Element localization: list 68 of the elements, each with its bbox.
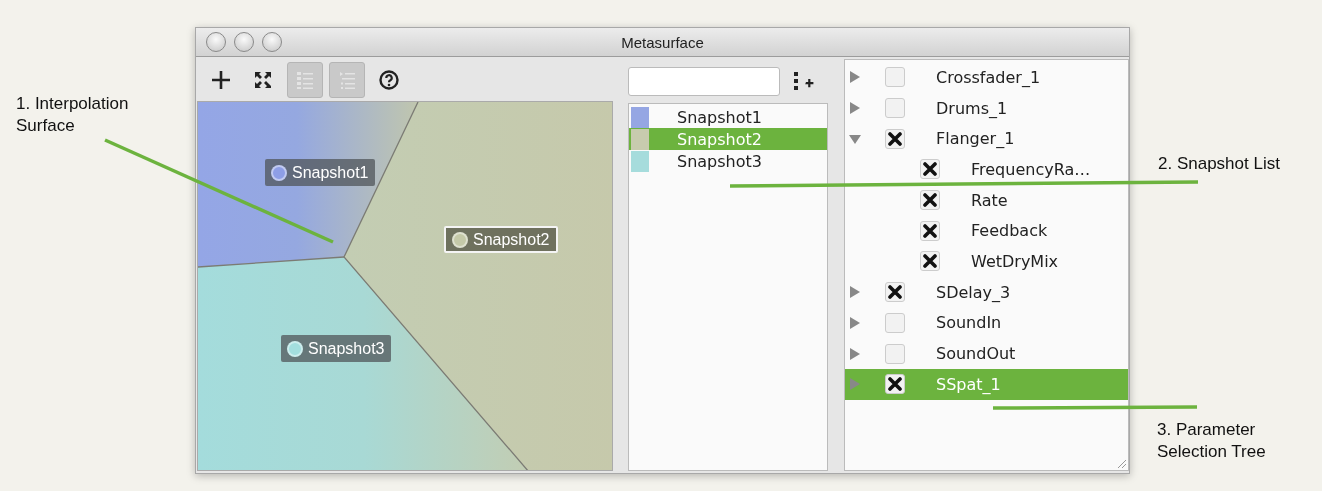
tree-item[interactable]: Rate	[845, 184, 1128, 216]
tree-item-label: Feedback	[971, 221, 1048, 241]
annotation-label: 1. Interpolation Surface	[16, 93, 130, 137]
cross-mark-icon	[888, 285, 902, 300]
tree-item[interactable]: SDelay_3	[845, 276, 1128, 308]
annotation-label: 3. Parameter Selection Tree	[1157, 419, 1267, 463]
tree-item[interactable]: Crossfader_1	[845, 62, 1128, 93]
expand-triangle-icon[interactable]	[849, 102, 861, 115]
snapshot-list-item[interactable]: Snapshot3	[629, 150, 827, 172]
tree-item-label: SDelay_3	[936, 282, 1011, 302]
tree-item[interactable]: SoundOut	[845, 338, 1128, 369]
cross-mark-icon	[888, 131, 902, 146]
snapshot-label: Snapshot2	[473, 230, 550, 249]
tree-item[interactable]: Flanger_1	[845, 123, 1128, 155]
tree-item-label: Rate	[971, 190, 1008, 210]
search-field[interactable]	[628, 66, 780, 96]
tree-item[interactable]: SoundIn	[845, 307, 1128, 339]
snapshot-name: Snapshot2	[677, 129, 762, 149]
tree-item-label: Crossfader_1	[936, 67, 1041, 87]
checkbox[interactable]	[920, 159, 940, 180]
checkbox[interactable]	[920, 220, 940, 241]
tree-item-label: SSpat_1	[936, 374, 1001, 394]
window-title: Metasurface	[621, 33, 704, 51]
annotation-label: 2. Snapshot List	[1158, 153, 1281, 175]
expand-triangle-icon[interactable]	[849, 347, 861, 360]
tree-item[interactable]: Drums_1	[845, 92, 1128, 124]
snapshot-name: Snapshot3	[677, 151, 762, 171]
expand-triangle-icon[interactable]	[849, 286, 861, 299]
snapshot-list-item[interactable]: Snapshot1	[629, 106, 827, 128]
cross-mark-icon	[923, 223, 937, 238]
checkbox[interactable]	[885, 98, 905, 119]
checkbox[interactable]	[885, 343, 905, 364]
snapshot-name: Snapshot1	[677, 107, 762, 127]
cross-mark-icon	[888, 377, 902, 392]
checkbox[interactable]	[885, 67, 905, 88]
window-control[interactable]	[206, 32, 226, 52]
collapse-triangle-icon[interactable]	[849, 132, 861, 145]
tree-item[interactable]: Feedback	[845, 215, 1128, 247]
tree-item-label: Drums_1	[936, 98, 1008, 118]
snapshot-label: Snapshot3	[308, 339, 385, 358]
cross-mark-icon	[923, 162, 937, 177]
window-control[interactable]	[262, 32, 282, 52]
tree-item-label: FrequencyRa…	[971, 159, 1091, 179]
resize-grip-icon[interactable]	[1115, 457, 1127, 469]
plus-icon	[209, 68, 233, 92]
checkbox[interactable]	[885, 282, 905, 303]
snapshot-marker[interactable]: Snapshot3	[281, 335, 391, 362]
expand-triangle-icon[interactable]	[849, 316, 861, 329]
snapshot-marker[interactable]: Snapshot1	[265, 159, 375, 186]
snapshot-marker[interactable]: Snapshot2	[444, 226, 558, 253]
dots-plus-icon	[792, 70, 814, 92]
checkbox[interactable]	[885, 312, 905, 333]
checkbox[interactable]	[920, 190, 940, 211]
tree-item-label: SoundOut	[936, 344, 1016, 364]
tree-item-label: Flanger_1	[936, 129, 1015, 149]
expand-triangle-icon[interactable]	[849, 71, 861, 84]
cross-mark-icon	[923, 193, 937, 208]
tree-item[interactable]: FrequencyRa…	[845, 154, 1128, 185]
snapshot-label: Snapshot1	[292, 163, 369, 182]
checkbox[interactable]	[885, 374, 905, 395]
tree-item[interactable]: WetDryMix	[845, 246, 1128, 277]
checkbox[interactable]	[885, 128, 905, 149]
window-control[interactable]	[234, 32, 254, 52]
cross-mark-icon	[923, 254, 937, 269]
tree-item-label: SoundIn	[936, 313, 1002, 333]
checkbox[interactable]	[920, 251, 940, 272]
help-icon	[377, 68, 401, 92]
tree-item-label: WetDryMix	[971, 251, 1059, 271]
